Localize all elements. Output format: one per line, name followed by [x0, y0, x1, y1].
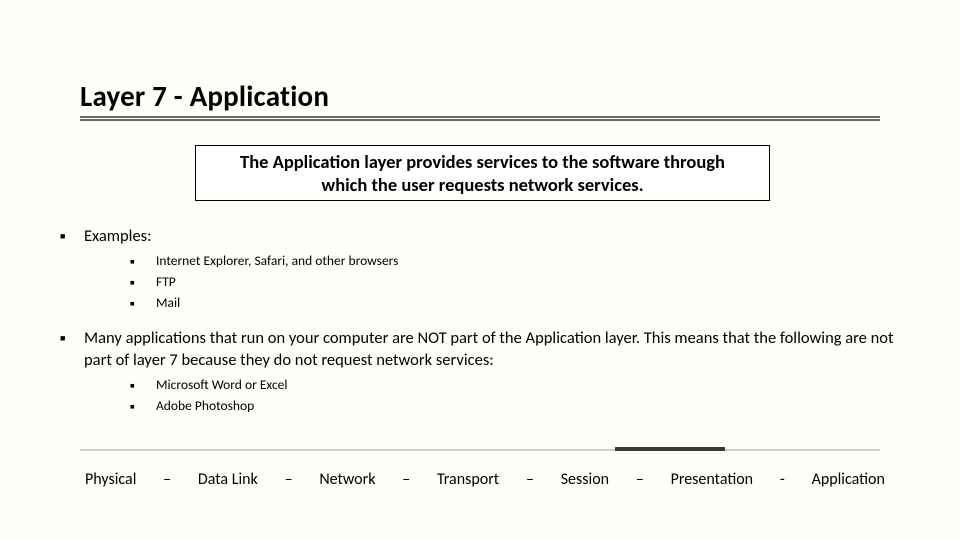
square-bullet-icon: ■ — [130, 273, 156, 292]
sub-bullet-item: ■ Adobe Photoshop — [130, 397, 895, 416]
bullet-text: Examples: — [84, 225, 152, 247]
sub-bullet-text: Microsoft Word or Excel — [156, 376, 288, 395]
footer-separator: – — [285, 470, 293, 489]
callout-text: The Application layer provides services … — [216, 150, 749, 196]
footer-item: Transport — [437, 470, 499, 489]
sub-bullet-text: Adobe Photoshop — [156, 397, 254, 416]
footer-separator: – — [163, 470, 171, 489]
footer-breadcrumb: Physical – Data Link – Network – Transpo… — [85, 470, 885, 489]
callout-box: The Application layer provides services … — [195, 145, 770, 201]
title-underline — [80, 116, 880, 121]
sub-bullet-text: Mail — [156, 294, 180, 313]
footer-separator: - — [780, 470, 785, 489]
footer-separator: – — [402, 470, 410, 489]
square-bullet-icon: ■ — [130, 252, 156, 271]
title-block: Layer 7 - Application — [80, 78, 329, 114]
bullet-text: Many applications that run on your compu… — [84, 327, 895, 372]
sub-bullet-item: ■ Internet Explorer, Safari, and other b… — [130, 252, 895, 271]
square-bullet-icon: ■ — [60, 225, 84, 247]
sub-bullet-text: Internet Explorer, Safari, and other bro… — [156, 252, 398, 271]
footer-item: Physical — [85, 470, 136, 489]
footer-accent — [615, 447, 725, 451]
footer-item: Data Link — [198, 470, 258, 489]
square-bullet-icon: ■ — [130, 294, 156, 313]
footer-separator: – — [636, 470, 644, 489]
square-bullet-icon: ■ — [130, 376, 156, 395]
square-bullet-icon: ■ — [60, 327, 84, 372]
footer-item: Network — [319, 470, 375, 489]
sub-bullet-item: ■ Microsoft Word or Excel — [130, 376, 895, 395]
bullet-item: ■ Many applications that run on your com… — [60, 327, 895, 372]
sub-list: ■ Internet Explorer, Safari, and other b… — [130, 252, 895, 313]
sub-bullet-text: FTP — [156, 273, 176, 292]
content-area: ■ Examples: ■ Internet Explorer, Safari,… — [60, 225, 895, 430]
square-bullet-icon: ■ — [130, 397, 156, 416]
sub-list: ■ Microsoft Word or Excel ■ Adobe Photos… — [130, 376, 895, 416]
slide: Layer 7 - Application The Application la… — [0, 0, 960, 540]
footer-item: Session — [561, 470, 609, 489]
footer-separator: – — [526, 470, 534, 489]
sub-bullet-item: ■ FTP — [130, 273, 895, 292]
slide-title: Layer 7 - Application — [80, 78, 329, 114]
footer-underline — [80, 449, 880, 451]
bullet-item: ■ Examples: — [60, 225, 895, 247]
footer-item: Application — [812, 470, 885, 489]
footer-item: Presentation — [671, 470, 754, 489]
sub-bullet-item: ■ Mail — [130, 294, 895, 313]
